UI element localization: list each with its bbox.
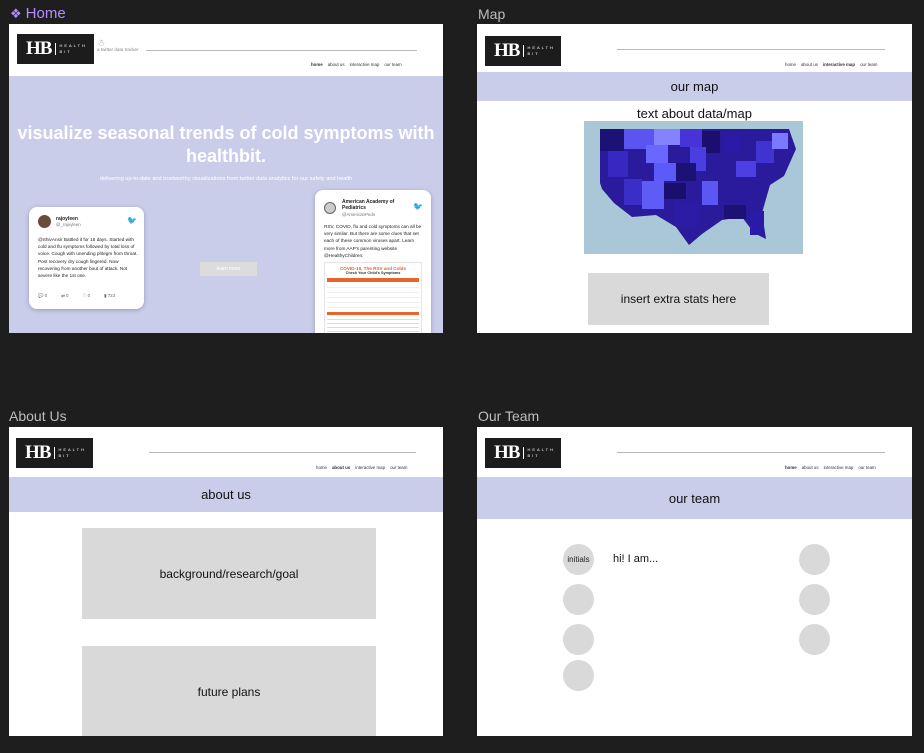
- nav-bar: home about us interactive map our team: [311, 62, 402, 67]
- nav-about[interactable]: about us: [332, 465, 350, 470]
- logo[interactable]: HB HEALTH BIT: [17, 34, 94, 64]
- team-avatar: [799, 544, 830, 575]
- stats-placeholder: insert extra stats here: [588, 273, 769, 325]
- hero-headline: visualize seasonal trends of cold sympto…: [17, 123, 435, 166]
- frame-label-team[interactable]: Our Team: [478, 408, 539, 424]
- nav-home[interactable]: home: [316, 465, 327, 470]
- avatar: [38, 215, 51, 228]
- page-title-band: about us: [9, 477, 443, 512]
- header-rule: [617, 49, 885, 50]
- team-avatar: [563, 660, 594, 691]
- nav-home[interactable]: home: [785, 62, 796, 67]
- team-avatar-initials: initials: [563, 544, 594, 575]
- team-avatar: [563, 584, 594, 615]
- tweet-text: RSV, COVID, flu and cold symptoms can al…: [324, 224, 422, 258]
- team-avatar: [799, 584, 830, 615]
- nav-about[interactable]: about us: [328, 62, 345, 67]
- reply-icon[interactable]: 💬 0: [38, 293, 47, 299]
- retweet-icon[interactable]: ⇄ 0: [61, 293, 68, 299]
- frame-label-map[interactable]: Map: [478, 6, 505, 22]
- map-svg: [584, 121, 803, 254]
- nav-map[interactable]: interactive map: [823, 62, 855, 67]
- tweet-actions: 💬 0 ⇄ 0 ♡ 0 ▮ 723: [38, 293, 115, 299]
- tweet-infographic[interactable]: COVID-19, The RSV and Colds Check Your C…: [324, 262, 422, 333]
- like-icon[interactable]: ♡ 0: [83, 293, 91, 299]
- map-heading: text about data/map: [637, 106, 752, 121]
- team-frame: HB HEALTH BIT home about us interactive …: [477, 427, 912, 736]
- nav-team[interactable]: our team: [384, 62, 401, 67]
- tweet-card-1[interactable]: rajoyleen @_rajoyleen 🐦 @ShivAnsir Battl…: [29, 207, 144, 309]
- nav-bar: home about us interactive map our team: [316, 465, 407, 470]
- page-title-band: our team: [477, 477, 912, 519]
- nav-map[interactable]: interactive map: [355, 465, 385, 470]
- component-icon: ❖: [10, 6, 22, 21]
- tweet-card-2[interactable]: American Academy of Pediatrics @American…: [315, 190, 431, 333]
- nav-bar: home about us interactive map our team: [785, 62, 877, 67]
- nav-home[interactable]: home: [785, 465, 797, 470]
- tweet-handle: @_rajoyleen: [56, 222, 81, 227]
- logo[interactable]: HB HEALTH BIT: [16, 438, 93, 468]
- future-plans-placeholder: future plans: [82, 646, 376, 736]
- symptom-table: [327, 283, 419, 311]
- team-intro-text: hi! I am...: [613, 553, 659, 565]
- tweet-handle: @AmericanPeds: [342, 212, 376, 217]
- us-choropleth-map[interactable]: [584, 121, 803, 254]
- team-avatar: [563, 624, 594, 655]
- nav-bar: home about us interactive map our team: [785, 465, 876, 470]
- hero-subhead: delivering up-to-date and trustworthy vi…: [99, 176, 353, 182]
- home-frame: HB HEALTH BIT ☃ a twitter data tracker h…: [9, 24, 443, 333]
- twitter-bird-icon: 🐦: [127, 216, 137, 225]
- nav-team[interactable]: our team: [390, 465, 407, 470]
- nav-team[interactable]: our team: [860, 62, 877, 67]
- twitter-bird-icon: 🐦: [413, 202, 423, 211]
- team-avatar: [799, 624, 830, 655]
- nav-about[interactable]: about us: [801, 62, 818, 67]
- tagline: a twitter data tracker: [97, 47, 139, 52]
- nav-map[interactable]: interactive map: [350, 62, 380, 67]
- tweet-text: @ShivAnsir Battled it for 15 days. Start…: [38, 237, 138, 279]
- aap-logo: [324, 202, 336, 214]
- nav-map[interactable]: interactive map: [824, 465, 854, 470]
- nav-home[interactable]: home: [311, 62, 323, 67]
- logo[interactable]: HB HEALTH BIT: [485, 438, 561, 468]
- frame-label-about[interactable]: About Us: [9, 408, 67, 424]
- stats-icon[interactable]: ▮ 723: [104, 293, 115, 299]
- header-rule: [146, 50, 417, 51]
- background-placeholder: background/research/goal: [82, 528, 376, 619]
- logo[interactable]: HB HEALTH BIT: [485, 36, 561, 66]
- about-frame: HB HEALTH BIT home about us interactive …: [9, 427, 443, 736]
- header-rule: [617, 452, 885, 453]
- nav-about[interactable]: about us: [802, 465, 819, 470]
- infographic-subtitle: Check Your Child's Symptoms: [345, 271, 401, 275]
- symptom-list: [327, 316, 419, 333]
- map-frame: HB HEALTH BIT home about us interactive …: [477, 24, 912, 333]
- header-rule: [149, 452, 416, 453]
- tweet-author: American Academy of Pediatrics: [342, 199, 395, 211]
- frame-label-home[interactable]: ❖ Home: [10, 5, 66, 22]
- learn-more-button[interactable]: learn more: [200, 262, 257, 276]
- page-title-band: our map: [477, 72, 912, 101]
- nav-team[interactable]: our team: [858, 465, 875, 470]
